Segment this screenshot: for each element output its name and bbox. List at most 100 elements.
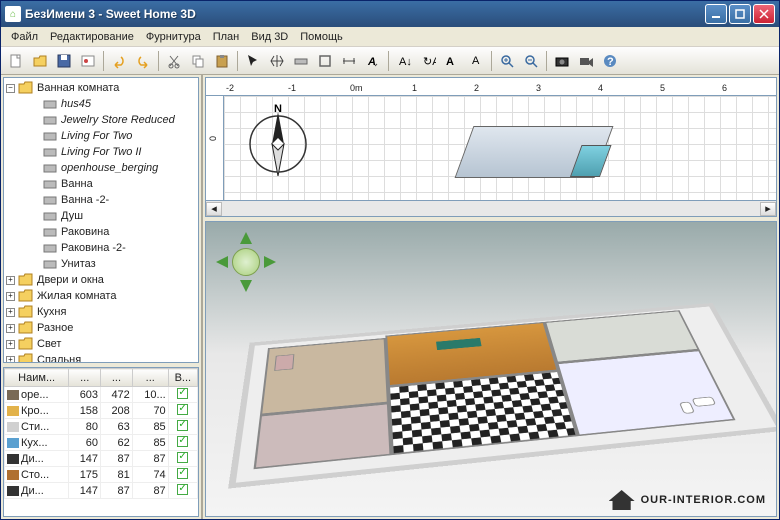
expand-icon[interactable]: + xyxy=(6,340,15,349)
checkbox-icon[interactable] xyxy=(177,388,188,399)
nav-center[interactable] xyxy=(232,248,260,276)
tree-item[interactable]: Living For Two II xyxy=(6,144,196,160)
ruler-horizontal[interactable]: -2-10m123456 xyxy=(205,77,777,95)
wall-icon[interactable] xyxy=(290,50,312,72)
scroll-right-icon[interactable]: ▸ xyxy=(760,202,776,216)
expand-icon[interactable]: + xyxy=(6,308,15,317)
text-small-icon[interactable]: A xyxy=(465,50,487,72)
titlebar[interactable]: ⌂ БезИмени 3 - Sweet Home 3D xyxy=(1,1,779,27)
expand-icon[interactable]: + xyxy=(6,292,15,301)
close-button[interactable] xyxy=(753,4,775,24)
help-icon[interactable]: ? xyxy=(599,50,621,72)
cell-visible[interactable] xyxy=(168,467,197,483)
tree-category[interactable]: +Спальня xyxy=(6,352,196,363)
maximize-button[interactable] xyxy=(729,4,751,24)
plan-view-2d[interactable]: N xyxy=(223,95,777,201)
zoom-in-icon[interactable] xyxy=(496,50,518,72)
undo-icon[interactable] xyxy=(108,50,130,72)
table-row[interactable]: оре...60347210... xyxy=(5,387,198,403)
nav-left-icon[interactable] xyxy=(216,256,228,268)
expand-icon[interactable]: + xyxy=(6,324,15,333)
cell-visible[interactable] xyxy=(168,403,197,419)
expand-icon[interactable]: + xyxy=(6,356,15,364)
tree-category[interactable]: +Жилая комната xyxy=(6,288,196,304)
tree-item[interactable]: Jewelry Store Reduced xyxy=(6,112,196,128)
col-h[interactable]: ... xyxy=(132,369,168,387)
tree-item[interactable]: openhouse_berging xyxy=(6,160,196,176)
cell-visible[interactable] xyxy=(168,435,197,451)
table-row[interactable]: Ди...1478787 xyxy=(5,483,198,499)
table-row[interactable]: Сти...806385 xyxy=(5,419,198,435)
text-icon[interactable]: A xyxy=(362,50,384,72)
menu-furniture[interactable]: Фурнитура xyxy=(140,29,207,45)
menu-view3d[interactable]: Вид 3D xyxy=(245,29,294,45)
tree-item[interactable]: hus45 xyxy=(6,96,196,112)
new-file-icon[interactable] xyxy=(5,50,27,72)
tree-item[interactable]: Унитаз xyxy=(6,256,196,272)
room-icon[interactable] xyxy=(314,50,336,72)
tree-root[interactable]: − Ванная комната xyxy=(6,80,196,96)
furniture-table[interactable]: Наим... ... ... ... В... оре...60347210.… xyxy=(3,367,199,517)
north-icon[interactable]: A↓ xyxy=(393,50,415,72)
table-row[interactable]: Сто...1758174 xyxy=(5,467,198,483)
tree-category[interactable]: +Двери и окна xyxy=(6,272,196,288)
tree-category[interactable]: +Разное xyxy=(6,320,196,336)
search-text-icon[interactable]: A xyxy=(441,50,463,72)
tree-item[interactable]: Душ xyxy=(6,208,196,224)
record-icon[interactable] xyxy=(575,50,597,72)
tree-item[interactable]: Ванна -2- xyxy=(6,192,196,208)
menu-plan[interactable]: План xyxy=(207,29,246,45)
collapse-icon[interactable]: − xyxy=(6,84,15,93)
table-row[interactable]: Кух...606285 xyxy=(5,435,198,451)
dimension-icon[interactable] xyxy=(338,50,360,72)
paste-icon[interactable] xyxy=(211,50,233,72)
nav-up-icon[interactable] xyxy=(240,232,252,244)
cell-visible[interactable] xyxy=(168,451,197,467)
checkbox-icon[interactable] xyxy=(177,404,188,415)
preferences-icon[interactable] xyxy=(77,50,99,72)
save-icon[interactable] xyxy=(53,50,75,72)
menu-file[interactable]: Файл xyxy=(5,29,44,45)
expand-icon[interactable]: + xyxy=(6,276,15,285)
menu-edit[interactable]: Редактирование xyxy=(44,29,140,45)
checkbox-icon[interactable] xyxy=(177,452,188,463)
tree-category[interactable]: +Кухня xyxy=(6,304,196,320)
plan-scrollbar-h[interactable]: ◂ ▸ xyxy=(205,201,777,217)
checkbox-icon[interactable] xyxy=(177,468,188,479)
tree-item[interactable]: Ванна xyxy=(6,176,196,192)
rotate-icon[interactable]: ↻A xyxy=(417,50,439,72)
snapshot-icon[interactable] xyxy=(551,50,573,72)
view-3d[interactable]: OUR-INTERIOR.COM xyxy=(205,221,777,517)
nav-right-icon[interactable] xyxy=(264,256,276,268)
cut-icon[interactable] xyxy=(163,50,185,72)
checkbox-icon[interactable] xyxy=(177,436,188,447)
tree-item[interactable]: Раковина -2- xyxy=(6,240,196,256)
checkbox-icon[interactable] xyxy=(177,420,188,431)
tree-item[interactable]: Living For Two xyxy=(6,128,196,144)
scroll-left-icon[interactable]: ◂ xyxy=(206,202,222,216)
cell-visible[interactable] xyxy=(168,483,197,499)
table-row[interactable]: Кро...15820870 xyxy=(5,403,198,419)
col-v[interactable]: В... xyxy=(168,369,197,387)
zoom-out-icon[interactable] xyxy=(520,50,542,72)
col-name[interactable]: Наим... xyxy=(5,369,69,387)
redo-icon[interactable] xyxy=(132,50,154,72)
tree-item[interactable]: Раковина xyxy=(6,224,196,240)
pan-icon[interactable] xyxy=(266,50,288,72)
catalog-tree[interactable]: − Ванная комната hus45Jewelry Store Redu… xyxy=(3,77,199,363)
plan-model-preview[interactable] xyxy=(455,126,614,178)
open-icon[interactable] xyxy=(29,50,51,72)
col-d[interactable]: ... xyxy=(101,369,133,387)
menu-help[interactable]: Помощь xyxy=(294,29,349,45)
nav-down-icon[interactable] xyxy=(240,280,252,292)
cell-visible[interactable] xyxy=(168,419,197,435)
ruler-vertical[interactable]: 0 xyxy=(205,95,223,201)
compass-icon[interactable]: N xyxy=(242,104,314,176)
checkbox-icon[interactable] xyxy=(177,484,188,495)
select-icon[interactable] xyxy=(242,50,264,72)
tree-category[interactable]: +Свет xyxy=(6,336,196,352)
col-w[interactable]: ... xyxy=(69,369,101,387)
copy-icon[interactable] xyxy=(187,50,209,72)
cell-visible[interactable] xyxy=(168,387,197,403)
table-row[interactable]: Ди...1478787 xyxy=(5,451,198,467)
